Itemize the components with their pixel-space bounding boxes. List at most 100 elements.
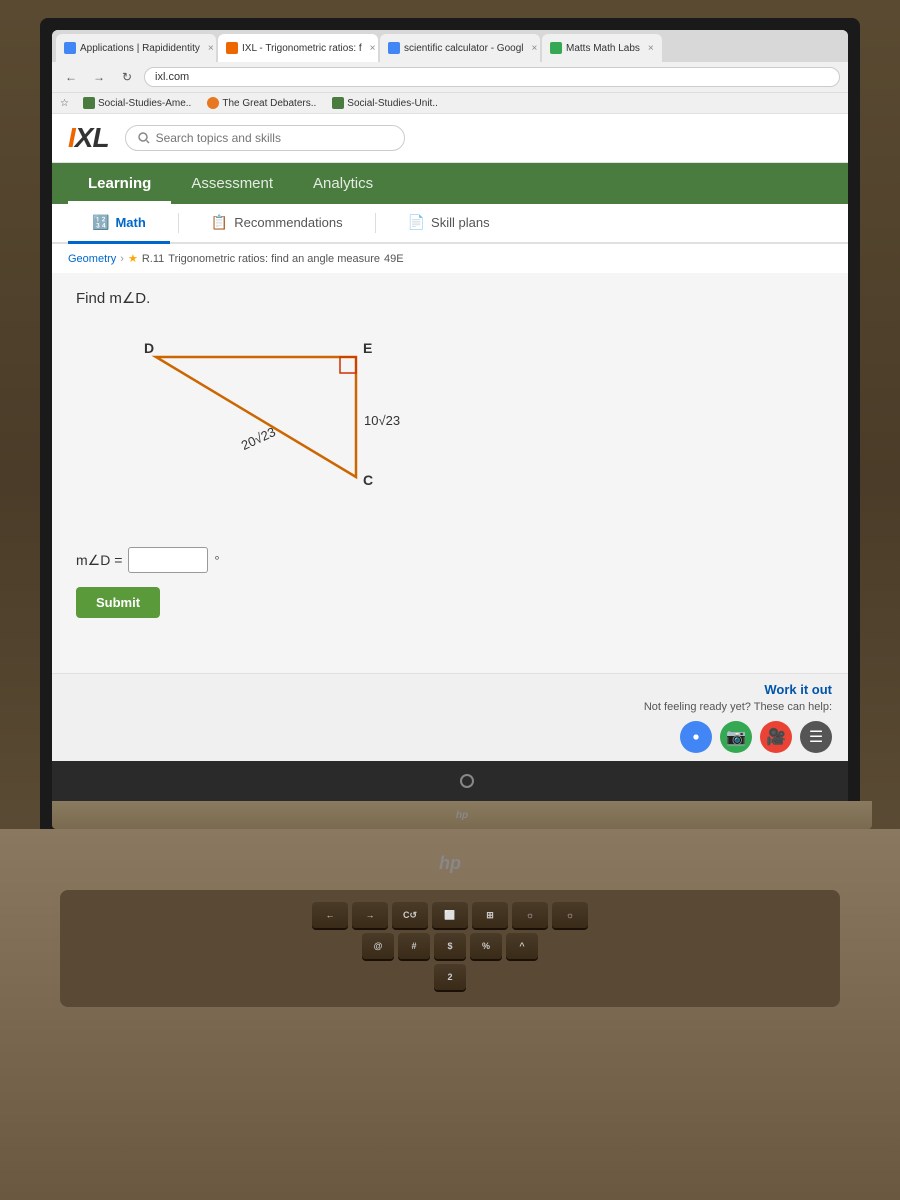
- work-it-out-subtitle: Not feeling ready yet? These can help:: [644, 701, 832, 713]
- key-dollar[interactable]: $: [434, 933, 466, 959]
- nav-learning-label: Learning: [88, 175, 151, 192]
- tab-label-matts: Matts Math Labs: [566, 43, 640, 54]
- triangle-shape: [156, 357, 356, 477]
- vertex-d-label: D: [144, 340, 154, 356]
- subnav-recommendations[interactable]: 📋 Recommendations: [187, 204, 367, 244]
- tab-ixl[interactable]: IXL - Trigonometric ratios: f ×: [218, 34, 378, 62]
- tab-close-calc[interactable]: ×: [532, 43, 538, 54]
- triangle-svg: D E C 20√23 10√23: [96, 327, 436, 527]
- bookmark-icon-2: [207, 97, 219, 109]
- video2-help-button[interactable]: 🎥: [760, 721, 792, 753]
- nav-assessment[interactable]: Assessment: [171, 163, 293, 204]
- tab-favicon-ixl: [226, 42, 238, 54]
- submit-button[interactable]: Submit: [76, 587, 160, 618]
- key-windows[interactable]: ⊞: [472, 902, 508, 928]
- breadcrumb-skill-code: R.11: [142, 253, 164, 265]
- key-forward[interactable]: →: [352, 902, 388, 928]
- key-back[interactable]: ←: [312, 902, 348, 928]
- math-icon: 🔢: [92, 214, 109, 231]
- tab-applications[interactable]: Applications | Rapididentity ×: [56, 34, 216, 62]
- breadcrumb-problem-number: 49E: [384, 253, 404, 265]
- video2-icon: 🎥: [766, 727, 786, 747]
- hp-logo-base: hp: [456, 810, 468, 821]
- back-button[interactable]: ←: [60, 66, 82, 88]
- breadcrumb: Geometry › ★ R.11 Trigonometric ratios: …: [52, 244, 848, 273]
- work-it-out-title: Work it out: [764, 682, 832, 697]
- vertex-e-label: E: [363, 340, 372, 356]
- subnav-skill-plans[interactable]: 📄 Skill plans: [384, 204, 514, 244]
- skill-plans-icon: 📄: [408, 214, 425, 231]
- subnav-recommendations-label: Recommendations: [234, 215, 342, 230]
- tab-bar: Applications | Rapididentity × IXL - Tri…: [52, 30, 848, 62]
- hypotenuse-label: 20√23: [239, 424, 278, 453]
- address-bar-row: ← → ↻ ixl.com: [52, 62, 848, 93]
- problem-title: Find m∠D.: [76, 289, 824, 307]
- search-icon: [138, 132, 150, 144]
- menu-help-button[interactable]: ☰: [800, 721, 832, 753]
- subnav-math[interactable]: 🔢 Math: [68, 204, 170, 244]
- tab-label-ixl: IXL - Trigonometric ratios: f: [242, 43, 362, 54]
- bookmark-great-debaters[interactable]: The Great Debaters..: [201, 95, 322, 111]
- video-help-button[interactable]: 📷: [720, 721, 752, 753]
- tab-favicon-calc: [388, 42, 400, 54]
- browser-taskbar: [52, 761, 848, 801]
- video-icon: 📷: [726, 727, 746, 747]
- tab-close-ixl[interactable]: ×: [370, 43, 376, 54]
- circle-indicator: [460, 774, 474, 788]
- recommendations-icon: 📋: [211, 214, 228, 231]
- hp-logo-area: hp: [439, 853, 461, 874]
- subnav-divider-1: [178, 213, 179, 233]
- forward-button[interactable]: →: [88, 66, 110, 88]
- refresh-button[interactable]: ↻: [116, 66, 138, 88]
- key-hash[interactable]: #: [398, 933, 430, 959]
- answer-label: m∠D =: [76, 552, 122, 569]
- work-it-out-section: Work it out Not feeling ready yet? These…: [52, 673, 848, 761]
- key-fullscreen[interactable]: ⬜: [432, 902, 468, 928]
- answer-row: m∠D = °: [76, 547, 824, 573]
- address-text: ixl.com: [155, 71, 189, 83]
- key-at[interactable]: @: [362, 933, 394, 959]
- tab-label-calc: scientific calculator - Googl: [404, 43, 524, 54]
- degree-symbol: °: [214, 553, 219, 568]
- ixl-logo: IXL: [68, 122, 109, 154]
- key-row-2: 2: [72, 964, 828, 990]
- address-bar[interactable]: ixl.com: [144, 67, 840, 87]
- breadcrumb-star: ★: [128, 252, 138, 265]
- tab-matts[interactable]: Matts Math Labs ×: [542, 34, 662, 62]
- leg-label: 10√23: [364, 413, 400, 428]
- problem-area: Find m∠D. D E C: [52, 273, 848, 673]
- bookmark-label-3: Social-Studies-Unit..: [347, 98, 438, 109]
- tab-label: Applications | Rapididentity: [80, 43, 200, 54]
- bookmark-label-2: The Great Debaters..: [222, 98, 316, 109]
- ixl-main-nav: Learning Assessment Analytics: [52, 163, 848, 204]
- vertex-c-label: C: [363, 472, 373, 488]
- key-percent[interactable]: %: [470, 933, 502, 959]
- keyboard-deck: ← → C↺ ⬜ ⊞ ☼ ☼ @ # $ % ^ 2: [60, 890, 840, 1007]
- search-input[interactable]: [156, 131, 392, 145]
- breadcrumb-subject[interactable]: Geometry: [68, 253, 116, 265]
- bookmark-social-studies-unit[interactable]: Social-Studies-Unit..: [326, 95, 444, 111]
- tab-close[interactable]: ×: [208, 43, 214, 54]
- subnav-divider-2: [375, 213, 376, 233]
- key-brightness-up[interactable]: ☼: [552, 902, 588, 928]
- ixl-subnav: 🔢 Math 📋 Recommendations 📄 Skill plans: [52, 204, 848, 244]
- ixl-search-bar[interactable]: [125, 125, 405, 151]
- tab-favicon-matts: [550, 42, 562, 54]
- bookmark-social-studies-ame[interactable]: Social-Studies-Ame..: [77, 95, 197, 111]
- tab-close-matts[interactable]: ×: [648, 43, 654, 54]
- tab-calculator[interactable]: scientific calculator - Googl ×: [380, 34, 540, 62]
- nav-analytics[interactable]: Analytics: [293, 163, 393, 204]
- key-brightness-down[interactable]: ☼: [512, 902, 548, 928]
- nav-assessment-label: Assessment: [191, 175, 273, 192]
- chrome-help-button[interactable]: [680, 721, 712, 753]
- right-angle-marker: [340, 357, 356, 373]
- key-caret[interactable]: ^: [506, 933, 538, 959]
- bookmark-label-1: Social-Studies-Ame..: [98, 98, 191, 109]
- keyboard-area: hp ← → C↺ ⬜ ⊞ ☼ ☼ @ # $ % ^ 2: [0, 829, 900, 1200]
- key-refresh[interactable]: C↺: [392, 902, 428, 928]
- key-2[interactable]: 2: [434, 964, 466, 990]
- answer-input[interactable]: [128, 547, 208, 573]
- bookmark-icon-3: [332, 97, 344, 109]
- nav-learning[interactable]: Learning: [68, 163, 171, 204]
- laptop-base-strip: hp: [52, 801, 872, 829]
